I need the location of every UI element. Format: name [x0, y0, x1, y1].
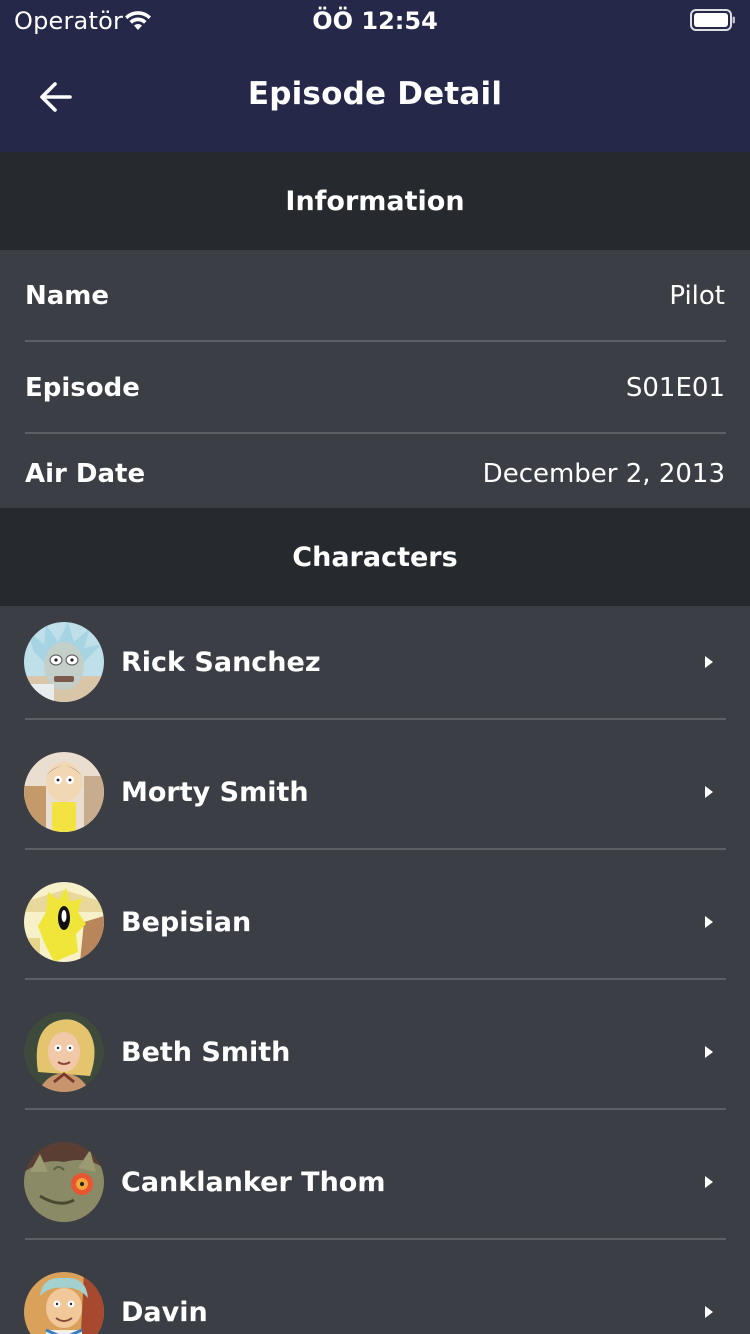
info-value: Pilot [669, 281, 725, 311]
info-label: Episode [25, 373, 140, 403]
chevron-right-icon [705, 1176, 713, 1188]
avatar [24, 1142, 104, 1222]
chevron-right-icon [705, 916, 713, 928]
avatar [24, 622, 104, 702]
character-name: Morty Smith [121, 776, 309, 808]
divider [25, 978, 726, 980]
chevron-right-icon [705, 1306, 713, 1318]
info-row-name: Name Pilot [0, 250, 750, 342]
information-section-header: Information [0, 152, 750, 250]
divider [25, 1238, 726, 1240]
info-label: Name [25, 281, 110, 311]
character-name: Rick Sanchez [121, 646, 321, 678]
character-row-davin[interactable]: Davin [0, 1256, 750, 1334]
character-row-rick-sanchez[interactable]: Rick Sanchez [0, 606, 750, 736]
status-time: ÖÖ 12:54 [312, 7, 438, 35]
character-name: Davin [121, 1296, 208, 1328]
info-row-air-date: Air Date December 2, 2013 [0, 428, 750, 520]
status-bar: Operatör ÖÖ 12:54 [0, 0, 750, 40]
character-name: Bepisian [121, 906, 252, 938]
character-row-morty-smith[interactable]: Morty Smith [0, 736, 750, 866]
character-row-bepisian[interactable]: Bepisian [0, 866, 750, 996]
avatar [24, 752, 104, 832]
character-row-canklanker-thom[interactable]: Canklanker Thom [0, 1126, 750, 1256]
info-value: December 2, 2013 [482, 459, 725, 489]
avatar [24, 1012, 104, 1092]
info-row-episode: Episode S01E01 [0, 342, 750, 434]
navigation-bar: Episode Detail [0, 40, 750, 152]
avatar [24, 882, 104, 962]
chevron-right-icon [705, 786, 713, 798]
divider [25, 848, 726, 850]
divider [25, 1108, 726, 1110]
avatar [24, 1272, 104, 1334]
info-value: S01E01 [625, 373, 725, 403]
page-title: Episode Detail [247, 76, 503, 112]
chevron-right-icon [705, 656, 713, 668]
info-label: Air Date [25, 459, 146, 489]
characters-section-header: Characters [0, 508, 750, 606]
character-row-beth-smith[interactable]: Beth Smith [0, 996, 750, 1126]
app-header: Operatör ÖÖ 12:54 Episode Detail [0, 0, 750, 152]
chevron-right-icon [705, 1046, 713, 1058]
battery-icon [690, 9, 735, 31]
character-name: Beth Smith [121, 1036, 291, 1068]
character-name: Canklanker Thom [121, 1166, 386, 1198]
divider [25, 718, 726, 720]
